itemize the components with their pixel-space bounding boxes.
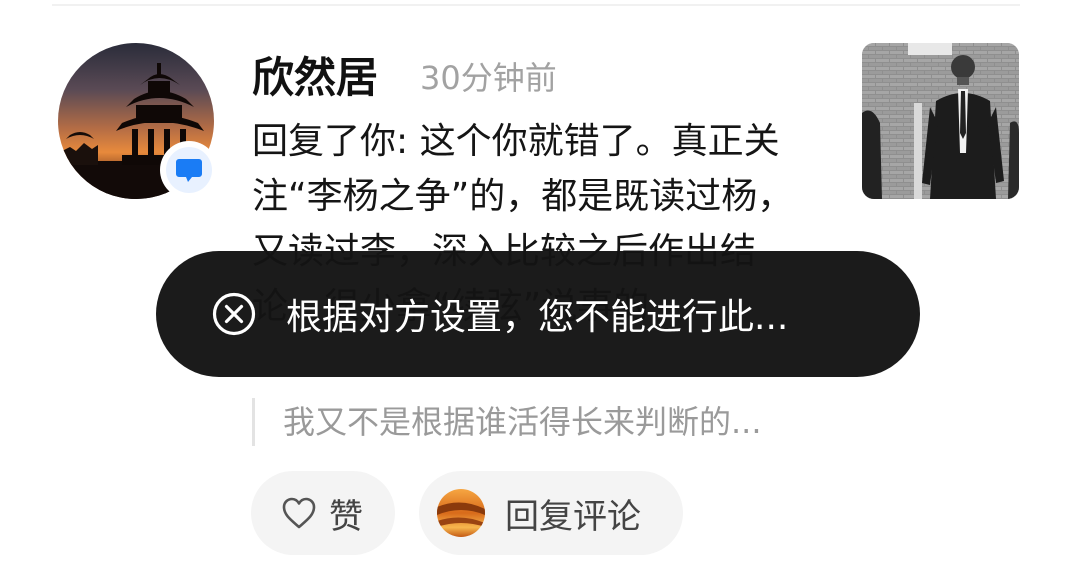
like-label: 赞 xyxy=(329,496,363,537)
timestamp: 30分钟前 xyxy=(420,59,557,97)
comment-notification-page: 欣然居 30分钟前 回复了你: 这个你就错了。真正关注“李杨之争”的，都是既读过… xyxy=(0,0,1079,565)
restriction-toast: 根据对方设置，您不能进行此... xyxy=(156,251,920,377)
my-avatar xyxy=(437,489,485,537)
quoted-original-comment[interactable]: 我又不是根据谁活得长来判断的... xyxy=(252,398,762,446)
top-divider xyxy=(52,4,1020,6)
heart-outline-icon xyxy=(282,497,316,529)
reply-comment-button[interactable]: 回复评论 xyxy=(419,471,683,555)
close-circle-icon xyxy=(212,292,256,336)
chat-bubble-icon xyxy=(176,159,202,182)
username[interactable]: 欣然居 xyxy=(252,50,378,106)
reply-label: 回复评论 xyxy=(505,496,641,537)
like-button[interactable]: 赞 xyxy=(251,471,395,555)
message-badge xyxy=(160,141,218,199)
toast-message: 根据对方设置，您不能进行此... xyxy=(286,297,789,338)
original-post-thumbnail[interactable] xyxy=(862,43,1019,199)
